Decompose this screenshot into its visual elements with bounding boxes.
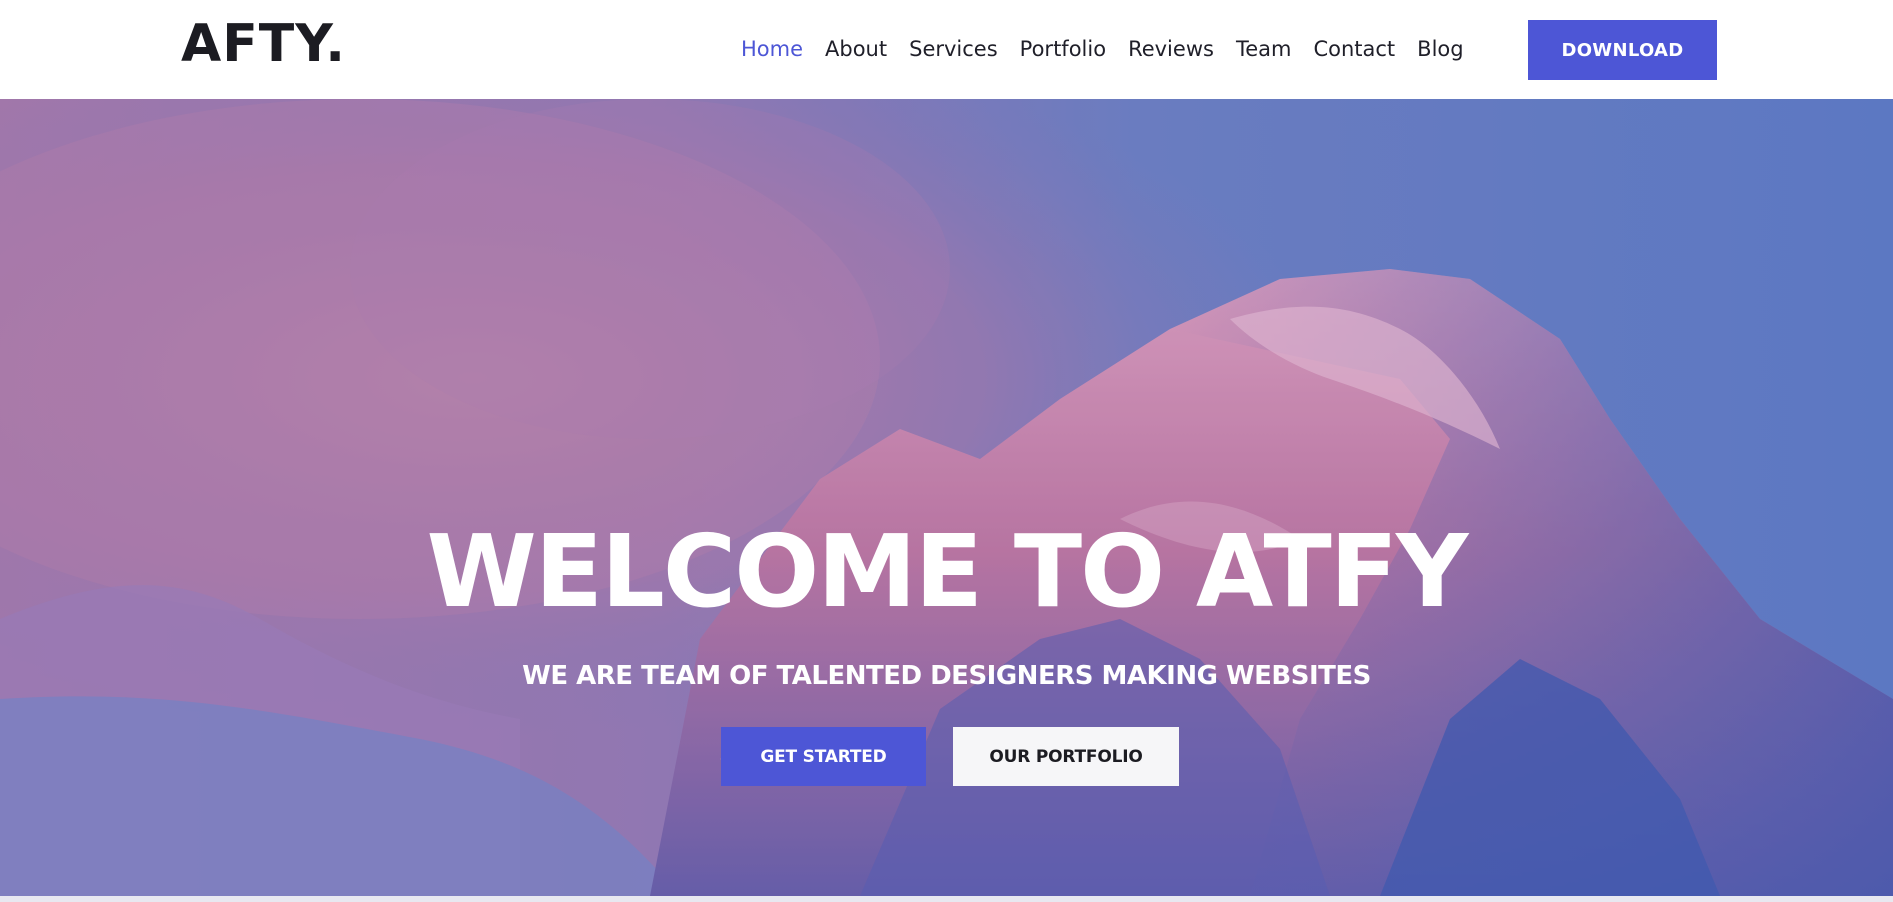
download-button[interactable]: DOWNLOAD	[1528, 20, 1717, 80]
hero-section: WELCOME TO ATFY WE ARE TEAM OF TALENTED …	[0, 99, 1893, 896]
hero-subtitle: WE ARE TEAM OF TALENTED DESIGNERS MAKING…	[522, 661, 1371, 691]
nav-item-blog[interactable]: Blog	[1406, 32, 1474, 66]
our-portfolio-button[interactable]: OUR PORTFOLIO	[953, 727, 1179, 786]
nav-item-reviews[interactable]: Reviews	[1117, 32, 1225, 66]
nav-item-home[interactable]: Home	[730, 32, 814, 66]
site-header: AFTY. Home About Services Portfolio Revi…	[0, 0, 1893, 99]
nav-item-about[interactable]: About	[814, 32, 898, 66]
hero-title: WELCOME TO ATFY	[426, 513, 1469, 630]
section-divider	[0, 896, 1893, 902]
nav-item-services[interactable]: Services	[898, 32, 1009, 66]
nav-item-contact[interactable]: Contact	[1302, 32, 1406, 66]
site-logo[interactable]: AFTY.	[181, 14, 346, 74]
hero-cta-row: GET STARTED OUR PORTFOLIO	[721, 727, 1179, 786]
nav-item-team[interactable]: Team	[1225, 32, 1303, 66]
main-nav: Home About Services Portfolio Reviews Te…	[730, 32, 1475, 66]
get-started-button[interactable]: GET STARTED	[721, 727, 926, 786]
nav-item-portfolio[interactable]: Portfolio	[1009, 32, 1117, 66]
